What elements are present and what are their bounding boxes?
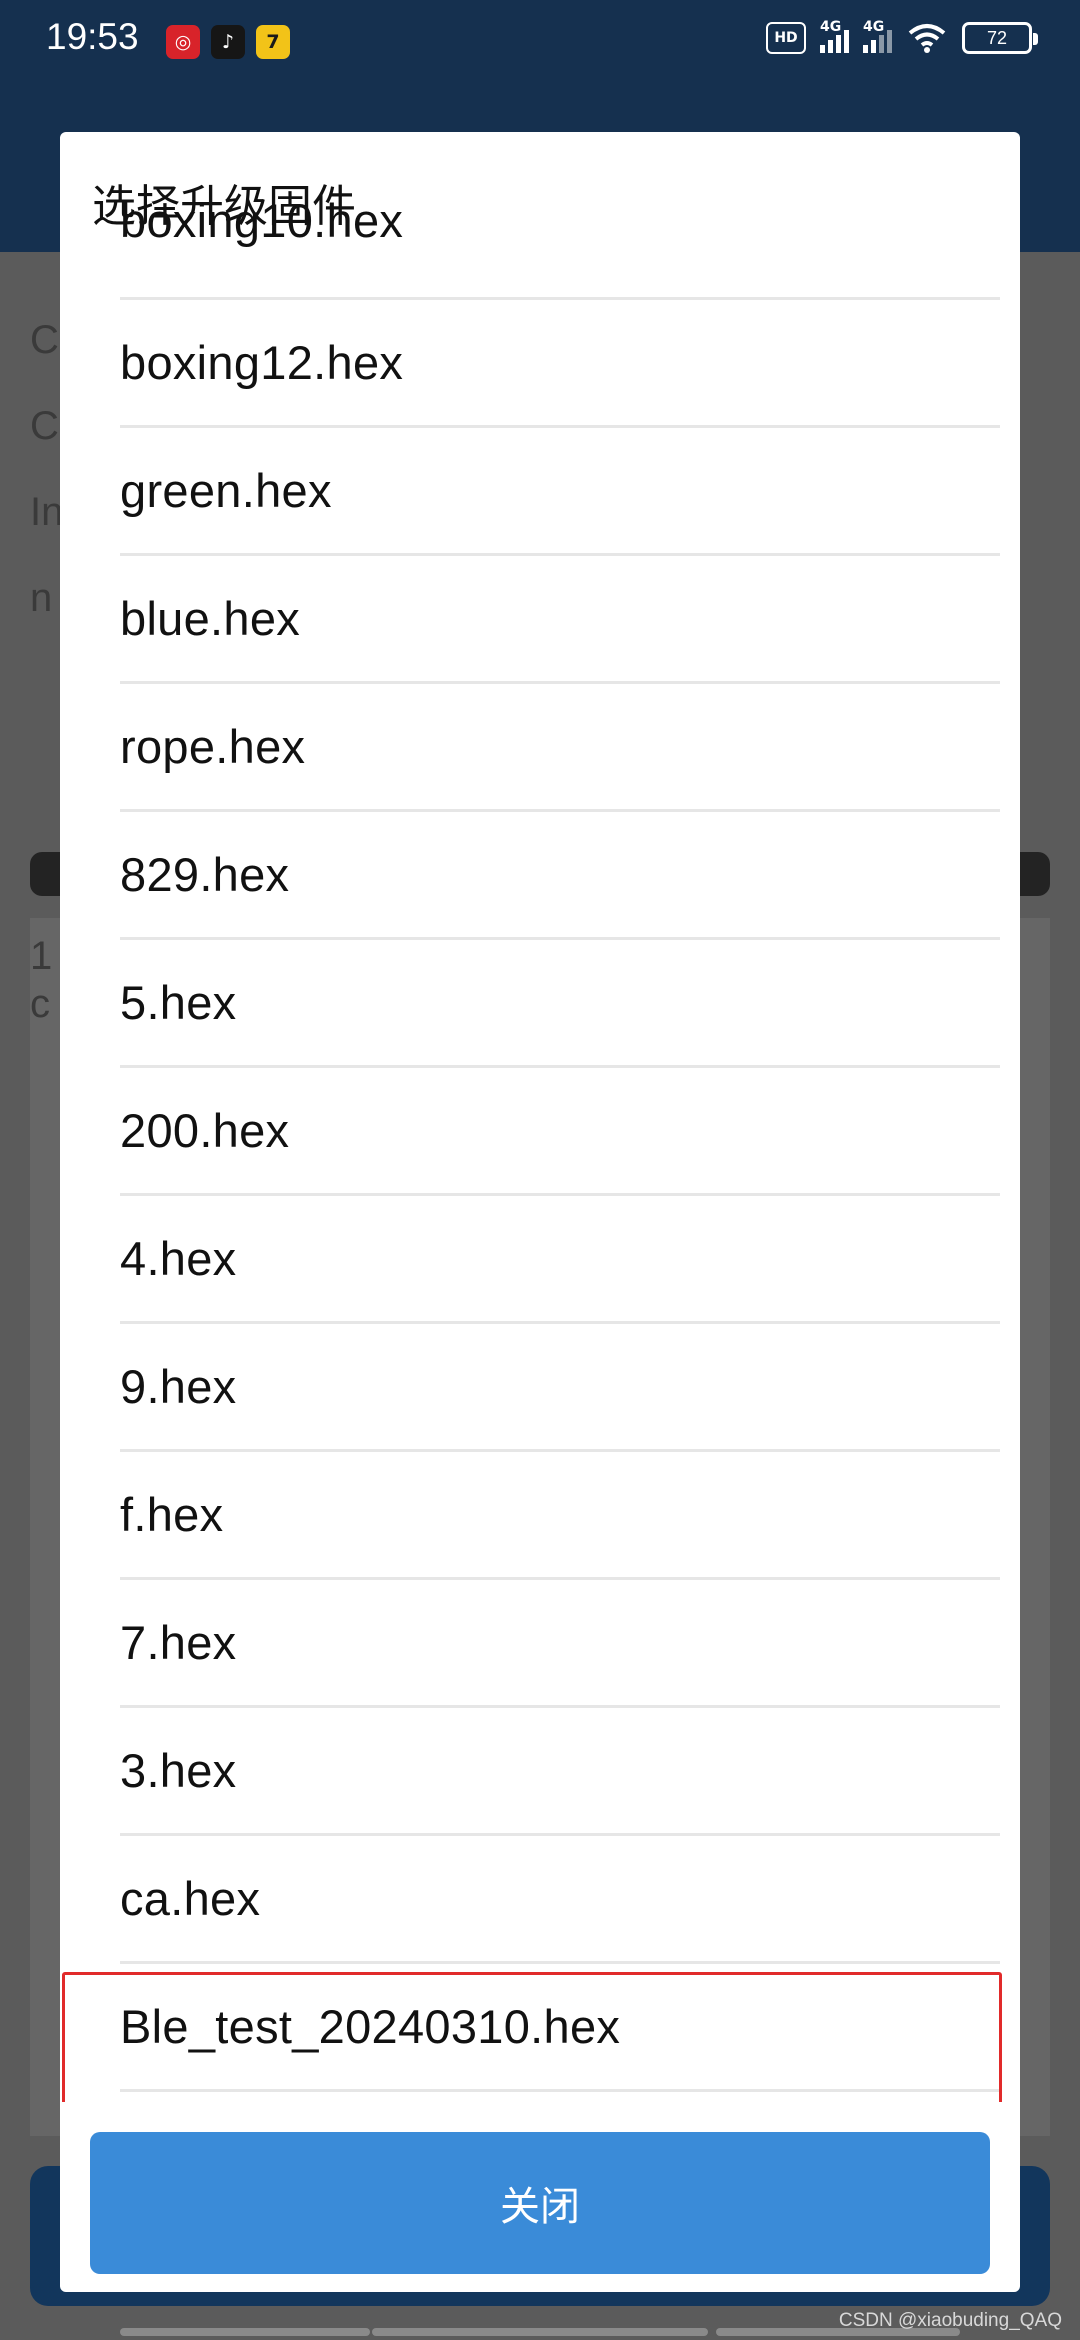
file-list-item-highlighted[interactable]: Ble_test_20240310.hex — [120, 1964, 1000, 2092]
network-type-label: 4G — [820, 19, 842, 35]
file-name: ca.hex — [120, 1872, 261, 1925]
file-list-item[interactable]: 5.hex — [120, 940, 1000, 1068]
tiktok-icon: ♪ — [211, 25, 245, 59]
firmware-select-dialog: boxing10.hex boxing12.hex green.hex blue… — [60, 132, 1020, 2292]
netease-music-icon: ◎ — [166, 25, 200, 59]
watermark: CSDN @xiaobuding_QAQ — [838, 2310, 1062, 2331]
file-name: 4.hex — [120, 1232, 237, 1285]
system-icons: HD 4G 4G 72 — [766, 19, 1038, 54]
notification-icons: ◎ ♪ 7 — [166, 25, 290, 59]
file-name: f.hex — [120, 1488, 224, 1541]
background-log-line: 1 — [30, 934, 53, 978]
file-list-item[interactable]: f.hex — [120, 1452, 1000, 1580]
background-nav-indicator — [372, 2328, 708, 2336]
file-list-item[interactable]: boxing12.hex — [120, 300, 1000, 428]
file-list-item[interactable]: ca.hex — [120, 1836, 1000, 1964]
status-time: 19:53 — [46, 16, 139, 57]
file-name: 5.hex — [120, 976, 237, 1029]
qimao-app-icon: 7 — [256, 25, 290, 59]
background-nav-indicator — [120, 2328, 370, 2336]
background-row: In — [30, 490, 64, 534]
file-list-item[interactable]: 9.hex — [120, 1324, 1000, 1452]
file-name: 9.hex — [120, 1360, 237, 1413]
file-name: rope.hex — [120, 720, 306, 773]
file-name: boxing12.hex — [120, 336, 404, 389]
close-button[interactable]: 关闭 — [90, 2132, 990, 2274]
file-list-item[interactable]: 829.hex — [120, 812, 1000, 940]
file-name: 200.hex — [120, 1104, 290, 1157]
background-row: C — [30, 404, 59, 448]
background-row: C — [30, 318, 59, 362]
file-list-item[interactable]: 4.hex — [120, 1196, 1000, 1324]
file-list-item[interactable]: 200.hex — [120, 1068, 1000, 1196]
firmware-file-list[interactable]: boxing10.hex boxing12.hex green.hex blue… — [60, 132, 1020, 2102]
hd-voice-icon: HD — [766, 22, 806, 54]
signal-icon-1: 4G — [820, 19, 849, 53]
file-list-item[interactable]: blue.hex — [120, 556, 1000, 684]
wifi-icon — [906, 22, 948, 54]
file-list-item[interactable]: rope.hex — [120, 684, 1000, 812]
background-log-line: c — [30, 982, 50, 1026]
file-name: Ble_test_20240310.hex — [120, 2000, 621, 2053]
status-bar: 19:53 ◎ ♪ 7 HD 4G 4G 72 — [0, 0, 1080, 84]
file-name: 7.hex — [120, 1616, 237, 1669]
signal-icon-2: 4G — [863, 19, 892, 53]
file-name: 829.hex — [120, 848, 290, 901]
file-name: blue.hex — [120, 592, 301, 645]
dialog-title: 选择升级固件 — [92, 181, 356, 232]
background-row: n — [30, 576, 53, 620]
battery-icon: 72 — [962, 22, 1038, 54]
file-list-item[interactable]: green.hex — [120, 428, 1000, 556]
file-list-item[interactable]: 3.hex — [120, 1708, 1000, 1836]
network-type-label: 4G — [863, 19, 885, 35]
file-list-item[interactable]: 7.hex — [120, 1580, 1000, 1708]
file-name: 3.hex — [120, 1744, 237, 1797]
file-name: green.hex — [120, 464, 332, 517]
